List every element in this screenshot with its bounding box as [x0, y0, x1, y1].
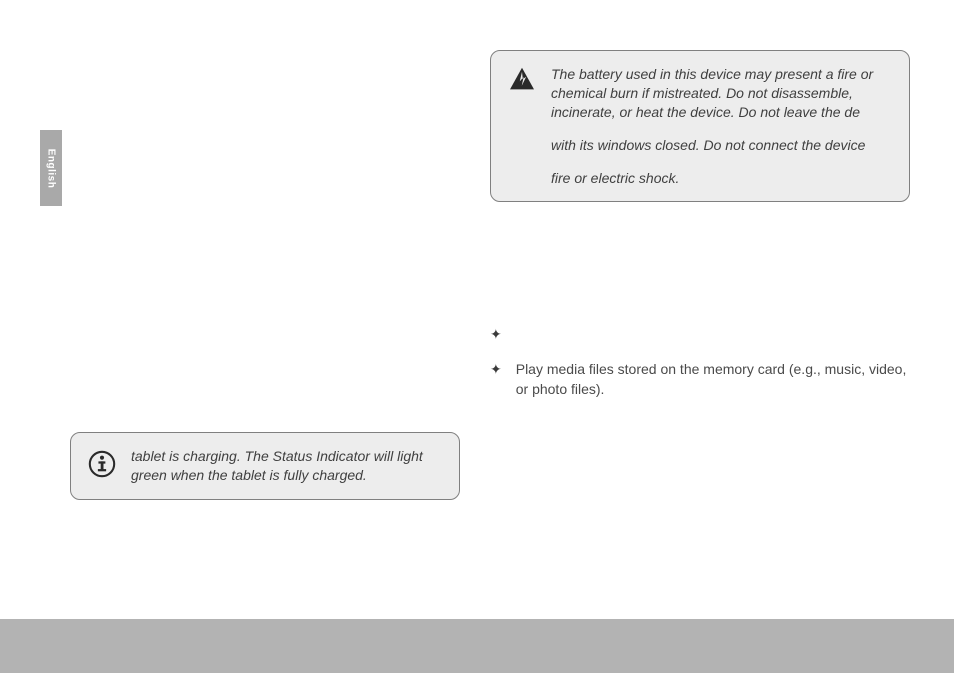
warning-callout: The battery used in this device may pres…: [490, 50, 910, 202]
info-callout-text: tablet is charging. The Status Indicator…: [131, 447, 443, 485]
bullet-text: Play media files stored on the memory ca…: [516, 359, 910, 400]
warning-callout-line: fire or electric shock.: [551, 169, 893, 188]
info-icon: [87, 447, 117, 479]
list-item: ✦: [490, 324, 910, 344]
warning-callout-line: with its windows closed. Do not connect …: [551, 136, 893, 155]
warning-icon: [507, 65, 537, 91]
language-tab: English: [40, 130, 62, 206]
list-item: ✦ Play media files stored on the memory …: [490, 359, 910, 400]
info-callout: tablet is charging. The Status Indicator…: [70, 432, 460, 500]
warning-callout-line: The battery used in this device may pres…: [551, 65, 893, 122]
memory-card-bullets: ✦ ✦ Play media files stored on the memor…: [490, 324, 910, 399]
bullet-marker-icon: ✦: [490, 359, 502, 400]
warning-callout-text: The battery used in this device may pres…: [551, 65, 893, 187]
memory-card-heading: [490, 230, 910, 250]
right-column: The battery used in this device may pres…: [490, 50, 910, 413]
bullet-marker-icon: ✦: [490, 324, 502, 344]
page-footer-band: [0, 619, 954, 673]
left-column: tablet is charging. The Status Indicator…: [70, 50, 460, 500]
language-tab-label: English: [46, 148, 57, 188]
info-callout-line: tablet is charging. The Status Indicator…: [131, 447, 443, 485]
bullet-text: [516, 324, 910, 344]
